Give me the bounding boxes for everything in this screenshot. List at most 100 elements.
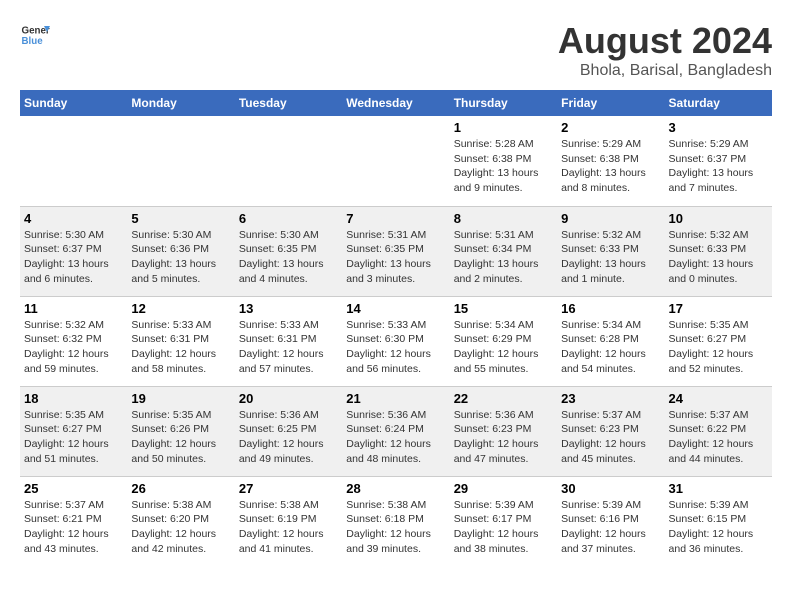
title-block: August 2024 Bhola, Barisal, Bangladesh	[558, 20, 772, 80]
day-number: 16	[561, 301, 660, 316]
day-info: Sunrise: 5:35 AM Sunset: 6:27 PM Dayligh…	[669, 318, 768, 377]
calendar-cell: 10 Sunrise: 5:32 AM Sunset: 6:33 PM Dayli…	[665, 206, 772, 296]
day-number: 9	[561, 211, 660, 226]
week-row-5: 25 Sunrise: 5:37 AM Sunset: 6:21 PM Dayli…	[20, 476, 772, 566]
calendar-cell	[20, 116, 127, 206]
day-number: 4	[24, 211, 123, 226]
calendar-cell: 29Sunrise: 5:39 AM Sunset: 6:17 PM Dayli…	[450, 476, 557, 566]
page-title: August 2024	[558, 20, 772, 62]
calendar-cell: 17 Sunrise: 5:35 AM Sunset: 6:27 PM Dayli…	[665, 296, 772, 386]
day-number: 21	[346, 391, 445, 406]
day-number: 26	[131, 481, 230, 496]
day-number: 20	[239, 391, 338, 406]
day-number: 28	[346, 481, 445, 496]
day-info: Sunrise: 5:37 AM Sunset: 6:22 PM Dayligh…	[669, 408, 768, 467]
week-row-4: 18 Sunrise: 5:35 AM Sunset: 6:27 PM Dayli…	[20, 386, 772, 476]
calendar-cell: 13 Sunrise: 5:33 AM Sunset: 6:31 PM Dayli…	[235, 296, 342, 386]
day-info: Sunrise: 5:33 AM Sunset: 6:31 PM Dayligh…	[239, 318, 338, 377]
day-info: Sunrise: 5:38 AM Sunset: 6:19 PM Dayligh…	[239, 498, 338, 557]
weekday-header-tuesday: Tuesday	[235, 90, 342, 116]
calendar-cell: 23 Sunrise: 5:37 AM Sunset: 6:23 PM Dayli…	[557, 386, 664, 476]
calendar-table: SundayMondayTuesdayWednesdayThursdayFrid…	[20, 90, 772, 566]
logo-icon: General Blue	[20, 20, 50, 50]
calendar-cell: 24 Sunrise: 5:37 AM Sunset: 6:22 PM Dayli…	[665, 386, 772, 476]
day-number: 8	[454, 211, 553, 226]
calendar-cell: 30 Sunrise: 5:39 AM Sunset: 6:16 PM Dayli…	[557, 476, 664, 566]
day-number: 22	[454, 391, 553, 406]
calendar-cell: 11Sunrise: 5:32 AM Sunset: 6:32 PM Dayli…	[20, 296, 127, 386]
calendar-cell: 28 Sunrise: 5:38 AM Sunset: 6:18 PM Dayli…	[342, 476, 449, 566]
day-info: Sunrise: 5:33 AM Sunset: 6:31 PM Dayligh…	[131, 318, 230, 377]
day-info: Sunrise: 5:32 AM Sunset: 6:32 PM Dayligh…	[24, 318, 123, 377]
day-number: 12	[131, 301, 230, 316]
day-number: 31	[669, 481, 768, 496]
day-number: 13	[239, 301, 338, 316]
day-number: 30	[561, 481, 660, 496]
weekday-header-thursday: Thursday	[450, 90, 557, 116]
day-number: 15	[454, 301, 553, 316]
calendar-cell: 22 Sunrise: 5:36 AM Sunset: 6:23 PM Dayli…	[450, 386, 557, 476]
day-info: Sunrise: 5:32 AM Sunset: 6:33 PM Dayligh…	[561, 228, 660, 287]
day-info: Sunrise: 5:33 AM Sunset: 6:30 PM Dayligh…	[346, 318, 445, 377]
day-info: Sunrise: 5:29 AM Sunset: 6:37 PM Dayligh…	[669, 137, 768, 196]
calendar-cell: 14Sunrise: 5:33 AM Sunset: 6:30 PM Dayli…	[342, 296, 449, 386]
day-info: Sunrise: 5:38 AM Sunset: 6:18 PM Dayligh…	[346, 498, 445, 557]
day-info: Sunrise: 5:30 AM Sunset: 6:37 PM Dayligh…	[24, 228, 123, 287]
day-info: Sunrise: 5:34 AM Sunset: 6:29 PM Dayligh…	[454, 318, 553, 377]
calendar-cell: 3 Sunrise: 5:29 AM Sunset: 6:37 PM Daylig…	[665, 116, 772, 206]
day-info: Sunrise: 5:39 AM Sunset: 6:15 PM Dayligh…	[669, 498, 768, 557]
day-number: 10	[669, 211, 768, 226]
day-number: 23	[561, 391, 660, 406]
day-number: 5	[131, 211, 230, 226]
day-info: Sunrise: 5:31 AM Sunset: 6:34 PM Dayligh…	[454, 228, 553, 287]
calendar-cell: 19Sunrise: 5:35 AM Sunset: 6:26 PM Dayli…	[127, 386, 234, 476]
weekday-header-wednesday: Wednesday	[342, 90, 449, 116]
day-number: 27	[239, 481, 338, 496]
svg-text:Blue: Blue	[22, 36, 44, 47]
day-number: 25	[24, 481, 123, 496]
day-number: 18	[24, 391, 123, 406]
weekday-header-row: SundayMondayTuesdayWednesdayThursdayFrid…	[20, 90, 772, 116]
week-row-2: 4 Sunrise: 5:30 AM Sunset: 6:37 PM Daylig…	[20, 206, 772, 296]
day-info: Sunrise: 5:38 AM Sunset: 6:20 PM Dayligh…	[131, 498, 230, 557]
calendar-cell: 18 Sunrise: 5:35 AM Sunset: 6:27 PM Dayli…	[20, 386, 127, 476]
calendar-cell: 1Sunrise: 5:28 AM Sunset: 6:38 PM Daylig…	[450, 116, 557, 206]
day-info: Sunrise: 5:39 AM Sunset: 6:16 PM Dayligh…	[561, 498, 660, 557]
page-subtitle: Bhola, Barisal, Bangladesh	[558, 62, 772, 80]
calendar-cell: 9 Sunrise: 5:32 AM Sunset: 6:33 PM Daylig…	[557, 206, 664, 296]
day-number: 2	[561, 120, 660, 135]
day-number: 3	[669, 120, 768, 135]
day-number: 7	[346, 211, 445, 226]
day-info: Sunrise: 5:37 AM Sunset: 6:21 PM Dayligh…	[24, 498, 123, 557]
calendar-cell: 20 Sunrise: 5:36 AM Sunset: 6:25 PM Dayli…	[235, 386, 342, 476]
calendar-cell: 8 Sunrise: 5:31 AM Sunset: 6:34 PM Daylig…	[450, 206, 557, 296]
calendar-cell: 7 Sunrise: 5:31 AM Sunset: 6:35 PM Daylig…	[342, 206, 449, 296]
day-info: Sunrise: 5:32 AM Sunset: 6:33 PM Dayligh…	[669, 228, 768, 287]
day-number: 17	[669, 301, 768, 316]
calendar-cell: 25 Sunrise: 5:37 AM Sunset: 6:21 PM Dayli…	[20, 476, 127, 566]
calendar-cell: 21Sunrise: 5:36 AM Sunset: 6:24 PM Dayli…	[342, 386, 449, 476]
page-header: General Blue August 2024 Bhola, Barisal,…	[20, 20, 772, 80]
day-info: Sunrise: 5:30 AM Sunset: 6:35 PM Dayligh…	[239, 228, 338, 287]
day-info: Sunrise: 5:35 AM Sunset: 6:26 PM Dayligh…	[131, 408, 230, 467]
week-row-3: 11Sunrise: 5:32 AM Sunset: 6:32 PM Dayli…	[20, 296, 772, 386]
calendar-cell	[127, 116, 234, 206]
day-info: Sunrise: 5:35 AM Sunset: 6:27 PM Dayligh…	[24, 408, 123, 467]
calendar-cell: 6 Sunrise: 5:30 AM Sunset: 6:35 PM Daylig…	[235, 206, 342, 296]
day-number: 29	[454, 481, 553, 496]
day-number: 24	[669, 391, 768, 406]
weekday-header-friday: Friday	[557, 90, 664, 116]
calendar-cell: 2Sunrise: 5:29 AM Sunset: 6:38 PM Daylig…	[557, 116, 664, 206]
day-info: Sunrise: 5:31 AM Sunset: 6:35 PM Dayligh…	[346, 228, 445, 287]
day-info: Sunrise: 5:36 AM Sunset: 6:25 PM Dayligh…	[239, 408, 338, 467]
day-number: 6	[239, 211, 338, 226]
weekday-header-sunday: Sunday	[20, 90, 127, 116]
day-info: Sunrise: 5:28 AM Sunset: 6:38 PM Dayligh…	[454, 137, 553, 196]
calendar-cell: 27 Sunrise: 5:38 AM Sunset: 6:19 PM Dayli…	[235, 476, 342, 566]
calendar-cell: 5Sunrise: 5:30 AM Sunset: 6:36 PM Daylig…	[127, 206, 234, 296]
logo: General Blue	[20, 20, 50, 50]
day-info: Sunrise: 5:37 AM Sunset: 6:23 PM Dayligh…	[561, 408, 660, 467]
day-info: Sunrise: 5:34 AM Sunset: 6:28 PM Dayligh…	[561, 318, 660, 377]
day-info: Sunrise: 5:36 AM Sunset: 6:23 PM Dayligh…	[454, 408, 553, 467]
weekday-header-monday: Monday	[127, 90, 234, 116]
